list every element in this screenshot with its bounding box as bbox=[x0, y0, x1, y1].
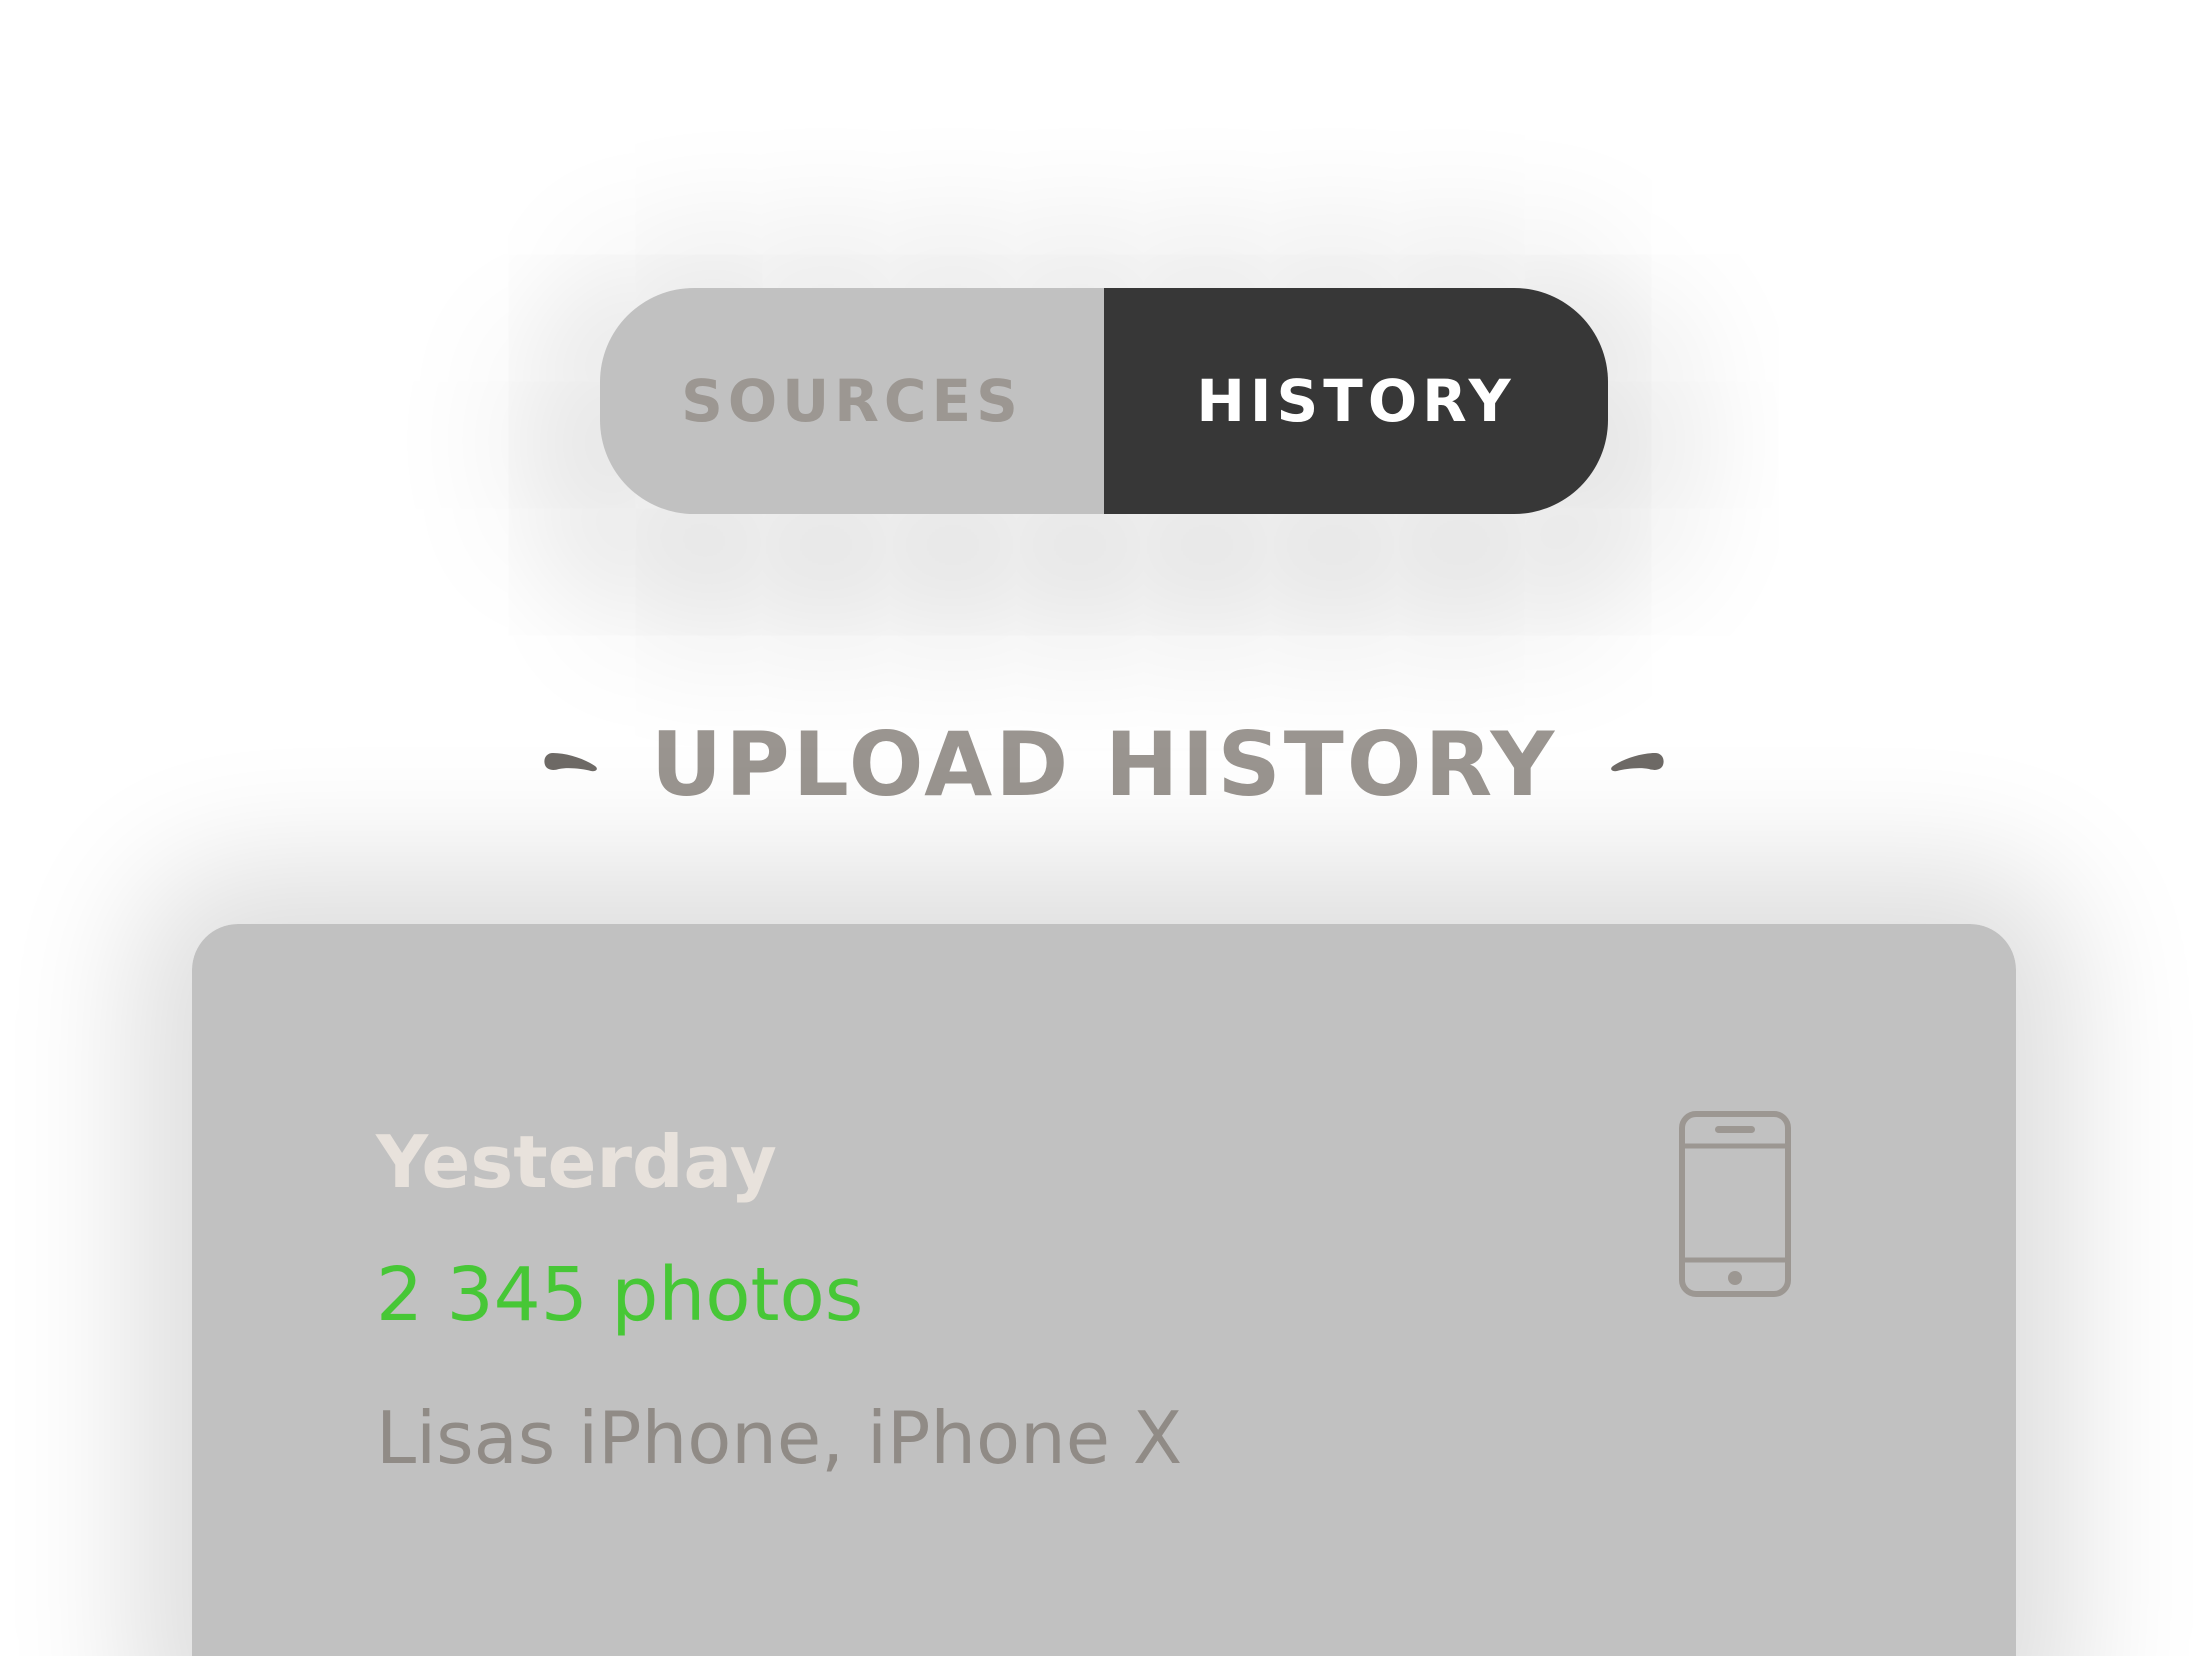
left-flourish-icon bbox=[544, 753, 597, 772]
section-header: UPLOAD HISTORY bbox=[0, 712, 2208, 816]
tab-history-label: HISTORY bbox=[1196, 367, 1516, 435]
tab-history[interactable]: HISTORY bbox=[1104, 288, 1608, 514]
history-card-device-name: Lisas iPhone, iPhone X bbox=[376, 1396, 1183, 1480]
upload-history-screen: SOURCES HISTORY UPLOAD HISTORY Yesterday… bbox=[0, 0, 2208, 1656]
history-card-date: Yesterday bbox=[376, 1120, 777, 1204]
tab-sources[interactable]: SOURCES bbox=[600, 288, 1104, 514]
history-card[interactable]: Yesterday 2 345 photos Lisas iPhone, iPh… bbox=[192, 924, 2016, 1656]
tab-sources-label: SOURCES bbox=[681, 367, 1023, 435]
history-card-photo-count: 2 345 photos bbox=[376, 1252, 864, 1338]
section-title: UPLOAD HISTORY bbox=[650, 712, 1558, 816]
smartphone-icon bbox=[1679, 1111, 1791, 1297]
right-flourish-icon bbox=[1611, 753, 1664, 772]
segmented-control: SOURCES HISTORY bbox=[600, 288, 1608, 514]
